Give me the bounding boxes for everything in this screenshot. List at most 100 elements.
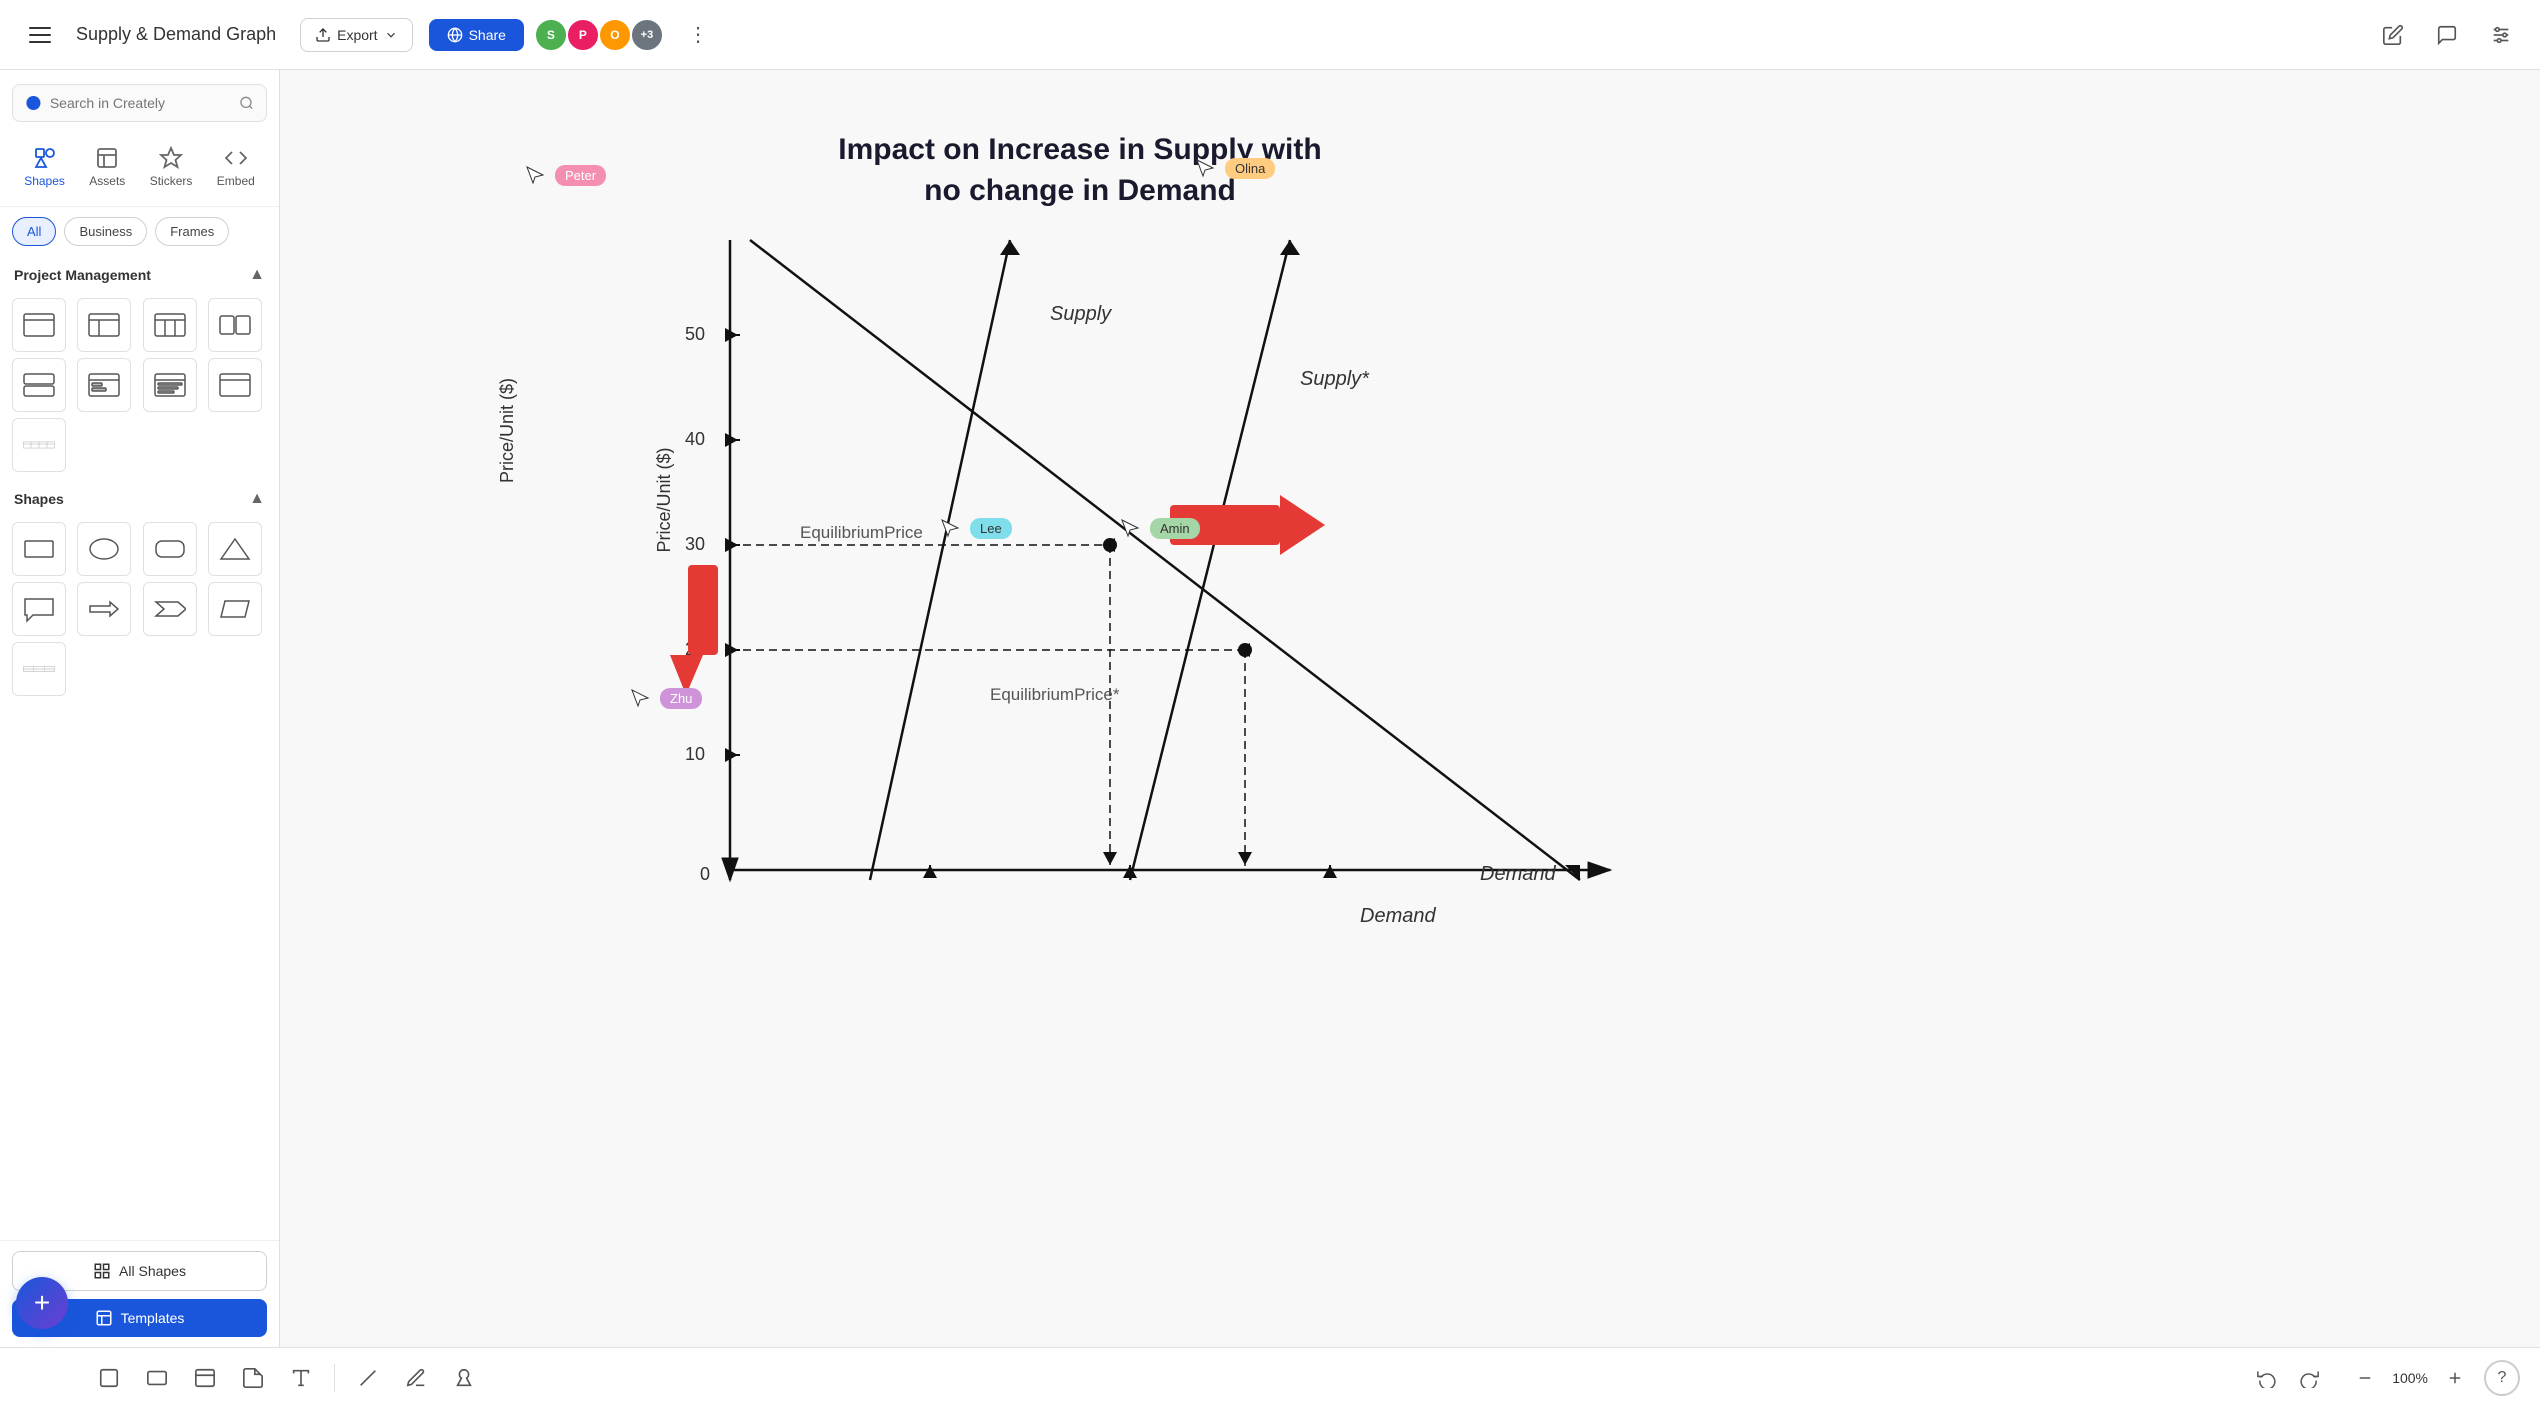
globe-icon	[447, 27, 463, 43]
pm-shape-1[interactable]	[12, 298, 66, 352]
shape-chevron[interactable]	[143, 582, 197, 636]
cursor-peter: Peter	[525, 165, 606, 186]
cursor-label-peter: Peter	[555, 165, 606, 186]
card-icon	[194, 1367, 216, 1389]
redo-button[interactable]	[2290, 1359, 2328, 1397]
undo-button[interactable]	[2248, 1359, 2286, 1397]
more-options-button[interactable]: ⋮	[680, 17, 716, 53]
avatar: O	[598, 18, 632, 52]
header-right-actions	[2374, 16, 2520, 54]
avatar: S	[534, 18, 568, 52]
chevron-down-icon	[384, 28, 398, 42]
search-icon	[239, 94, 254, 112]
undo-redo-group	[2248, 1359, 2328, 1397]
frame-icon	[98, 1367, 120, 1389]
plus-icon	[2446, 1369, 2464, 1387]
filter-all[interactable]: All	[12, 217, 56, 246]
pm-shape-5[interactable]	[12, 358, 66, 412]
minus-icon	[2356, 1369, 2374, 1387]
zoom-controls: 100%	[2346, 1359, 2474, 1397]
pm-shape-2[interactable]	[77, 298, 131, 352]
section-toggle-shapes[interactable]: ▲	[249, 490, 265, 508]
shape-ellipse[interactable]	[77, 522, 131, 576]
stamp-tool[interactable]	[445, 1359, 483, 1397]
add-button[interactable]: +	[16, 1277, 68, 1329]
shape-table[interactable]	[12, 642, 66, 696]
shape-triangle[interactable]	[208, 522, 262, 576]
zoom-in-button[interactable]	[2436, 1359, 2474, 1397]
svg-text:30: 30	[685, 534, 705, 554]
svg-text:Supply: Supply	[1050, 303, 1112, 325]
project-management-shapes	[0, 290, 279, 480]
redo-icon	[2299, 1368, 2319, 1388]
menu-button[interactable]	[20, 15, 60, 55]
creately-logo-icon	[25, 93, 42, 113]
svg-text:40: 40	[685, 429, 705, 449]
pm-shape-4[interactable]	[208, 298, 262, 352]
tab-assets[interactable]: Assets	[79, 140, 135, 194]
shape-rectangle[interactable]	[12, 522, 66, 576]
pm-shape-3[interactable]	[143, 298, 197, 352]
rectangle-tool[interactable]	[138, 1359, 176, 1397]
marker-icon	[405, 1367, 427, 1389]
shape-rounded-rect[interactable]	[143, 522, 197, 576]
tab-embed[interactable]: Embed	[207, 140, 265, 194]
zoom-out-button[interactable]	[2346, 1359, 2384, 1397]
y-axis-label: Price/Unit ($)	[497, 378, 518, 483]
pm-shape-8[interactable]	[208, 358, 262, 412]
shapes-section-header: Shapes ▲	[0, 480, 279, 514]
sticky-note-tool[interactable]	[234, 1359, 272, 1397]
search-input[interactable]	[50, 95, 231, 111]
rectangle-icon	[146, 1367, 168, 1389]
text-icon	[290, 1367, 312, 1389]
comment-icon-button[interactable]	[2428, 16, 2466, 54]
settings-icon	[2490, 24, 2512, 46]
share-button[interactable]: Share	[429, 19, 524, 51]
help-button[interactable]: ?	[2484, 1360, 2520, 1396]
basic-shapes	[0, 514, 279, 704]
svg-text:Supply*: Supply*	[1300, 368, 1370, 390]
shape-parallelogram[interactable]	[208, 582, 262, 636]
shape-arrow-right[interactable]	[77, 582, 131, 636]
frame-tool[interactable]	[90, 1359, 128, 1397]
svg-text:EquilibriumPrice*: EquilibriumPrice*	[990, 685, 1120, 704]
zoom-level: 100%	[2392, 1370, 2428, 1386]
canvas-content: Impact on Increase in Supply with no cha…	[280, 70, 2540, 1347]
svg-text:10: 10	[685, 744, 705, 764]
tab-stickers[interactable]: Stickers	[140, 140, 203, 194]
hamburger-icon	[29, 27, 51, 43]
svg-text:Price/Unit ($): Price/Unit ($)	[654, 447, 674, 552]
card-tool[interactable]	[186, 1359, 224, 1397]
grid-icon	[93, 1262, 111, 1280]
edit-icon-button[interactable]	[2374, 16, 2412, 54]
settings-icon-button[interactable]	[2482, 16, 2520, 54]
pm-shape-6[interactable]	[77, 358, 131, 412]
pm-shape-table[interactable]	[12, 418, 66, 472]
line-tool[interactable]	[349, 1359, 387, 1397]
marker-tool[interactable]	[397, 1359, 435, 1397]
cursor-arrow-icon	[525, 165, 545, 185]
pm-shape-7[interactable]	[143, 358, 197, 412]
text-tool[interactable]	[282, 1359, 320, 1397]
filter-frames[interactable]: Frames	[155, 217, 229, 246]
header: Supply & Demand Graph Export Share S P O…	[0, 0, 2540, 70]
line-icon	[357, 1367, 379, 1389]
bottom-toolbar: 100% ?	[0, 1347, 2540, 1407]
tab-shapes[interactable]: Shapes	[14, 140, 75, 194]
sidebar: Shapes Assets Stickers Embed All Busines…	[0, 70, 280, 1347]
export-button[interactable]: Export	[300, 18, 412, 52]
chart-title: Impact on Increase in Supply with no cha…	[680, 130, 1480, 211]
section-toggle-pm[interactable]: ▲	[249, 266, 265, 284]
x-axis-label: Demand	[1360, 905, 1436, 928]
shape-speech-bubble[interactable]	[12, 582, 66, 636]
stamp-icon	[453, 1367, 475, 1389]
document-title: Supply & Demand Graph	[76, 24, 276, 45]
assets-icon	[95, 146, 119, 170]
canvas[interactable]: Impact on Increase in Supply with no cha…	[280, 70, 2540, 1347]
avatar-count: +3	[630, 18, 664, 52]
templates-icon	[95, 1309, 113, 1327]
search-bar[interactable]	[12, 84, 267, 122]
tool-tabs: Shapes Assets Stickers Embed	[0, 132, 279, 207]
embed-icon	[224, 146, 248, 170]
filter-business[interactable]: Business	[64, 217, 147, 246]
